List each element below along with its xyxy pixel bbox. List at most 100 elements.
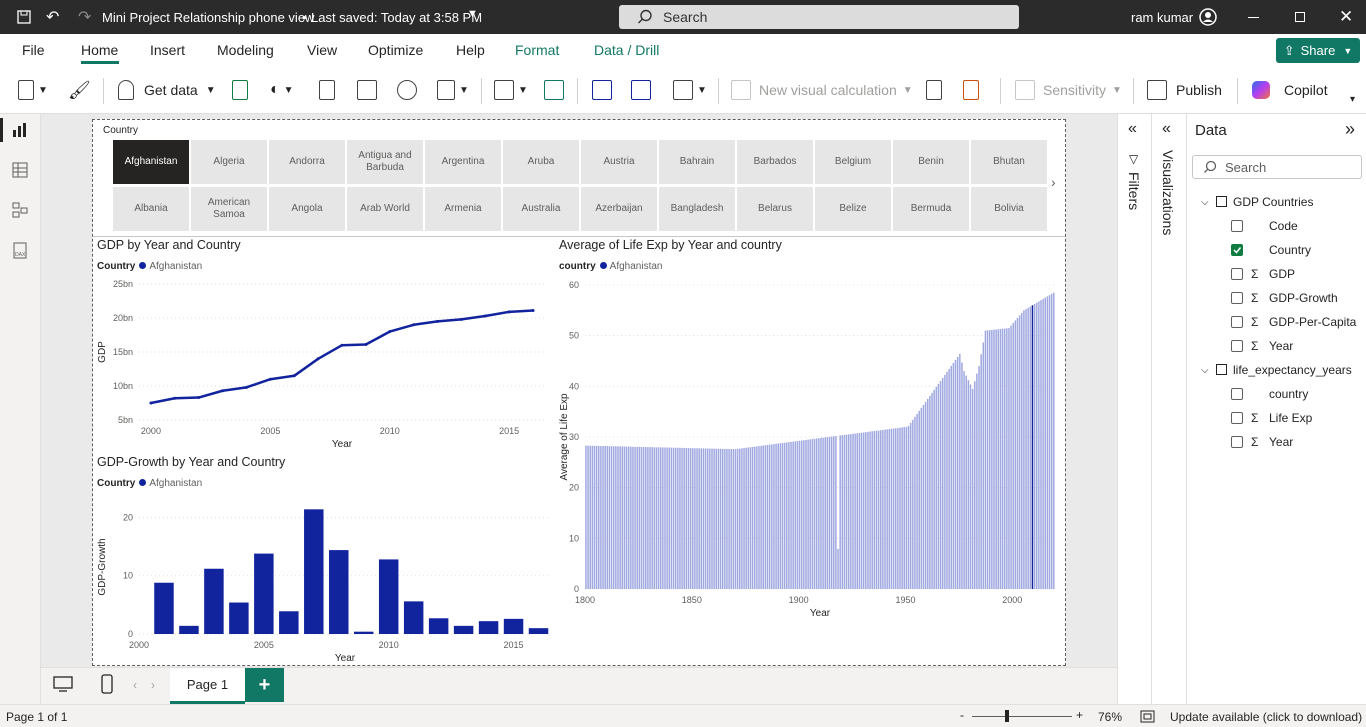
country-slicer[interactable]: Country Afghanistan Algeria Andorra Antigua… bbox=[93, 120, 1065, 237]
slicer-tile[interactable]: Benin bbox=[893, 140, 969, 184]
new-visual-calculation-button[interactable]: New visual calculation ▼ bbox=[731, 76, 913, 104]
tab-format[interactable]: Format bbox=[515, 42, 559, 58]
slicer-tile[interactable]: Barbados bbox=[737, 140, 813, 184]
expand-visualizations-icon[interactable]: « bbox=[1162, 120, 1171, 138]
paste-button[interactable]: ▼ bbox=[18, 76, 48, 104]
field-item[interactable]: Code bbox=[1187, 214, 1366, 238]
dataverse-button[interactable] bbox=[397, 76, 417, 104]
field-checkbox[interactable] bbox=[1231, 244, 1243, 256]
field-item[interactable]: Country bbox=[1187, 238, 1366, 262]
zoom-in-button[interactable]: + bbox=[1076, 708, 1083, 722]
slicer-tile[interactable]: Bermuda bbox=[893, 187, 969, 231]
text-box-button[interactable] bbox=[631, 76, 651, 104]
field-checkbox[interactable] bbox=[1231, 220, 1243, 232]
slicer-tile[interactable]: Austria bbox=[581, 140, 657, 184]
expand-filters-icon[interactable]: « bbox=[1128, 120, 1137, 138]
report-view-icon[interactable] bbox=[12, 122, 28, 138]
slicer-tile[interactable]: Belize bbox=[815, 187, 891, 231]
get-data-button[interactable]: Get data ▼ bbox=[118, 76, 216, 104]
update-available-link[interactable]: Update available (click to download) bbox=[1170, 710, 1362, 724]
fit-to-page-icon[interactable] bbox=[1140, 710, 1155, 723]
chevron-right-icon[interactable]: › bbox=[1051, 174, 1056, 190]
growth-bar-chart[interactable]: 0 10 20 2000 2005 2010 2015 Year GDP-Growth bbox=[93, 490, 553, 666]
zoom-slider[interactable] bbox=[972, 716, 1072, 717]
tab-home[interactable]: Home bbox=[81, 42, 118, 58]
filters-pane-collapsed[interactable]: « ▽ Filters bbox=[1117, 114, 1151, 704]
maximize-button[interactable] bbox=[1295, 12, 1305, 22]
visualizations-pane-collapsed[interactable]: « Visualizations bbox=[1151, 114, 1186, 704]
title-search-box[interactable]: Search bbox=[619, 5, 1019, 29]
slicer-tile[interactable]: Albania bbox=[113, 187, 189, 231]
avatar[interactable] bbox=[1199, 8, 1217, 26]
page-tab-1[interactable]: Page 1 bbox=[170, 668, 245, 704]
slicer-tile[interactable]: Bangladesh bbox=[659, 187, 735, 231]
slicer-tile[interactable]: Arab World bbox=[347, 187, 423, 231]
field-checkbox[interactable] bbox=[1231, 388, 1243, 400]
slicer-tile[interactable]: Antigua and Barbuda bbox=[347, 140, 423, 184]
refresh-button[interactable] bbox=[544, 76, 564, 104]
scroll-left-icon[interactable]: ‹ bbox=[133, 678, 137, 692]
excel-workbook-button[interactable] bbox=[232, 76, 248, 104]
onelake-button[interactable]: ◐ ▼ bbox=[270, 76, 294, 104]
add-page-button[interactable]: + bbox=[245, 668, 284, 702]
collapse-ribbon-icon[interactable]: ▾ bbox=[1350, 94, 1355, 105]
slicer-tile[interactable]: Armenia bbox=[425, 187, 501, 231]
collapse-data-pane-icon[interactable]: » bbox=[1345, 119, 1355, 140]
slicer-tile[interactable]: Belgium bbox=[815, 140, 891, 184]
tab-view[interactable]: View bbox=[307, 42, 337, 58]
more-visuals-button[interactable]: ▼ bbox=[673, 76, 707, 104]
slicer-tile[interactable]: Andorra bbox=[269, 140, 345, 184]
table-node[interactable]: ⌵ GDP Countries bbox=[1187, 190, 1366, 214]
scroll-right-icon[interactable]: › bbox=[151, 678, 155, 692]
copilot-button[interactable]: Copilot bbox=[1252, 76, 1328, 104]
tab-file[interactable]: File bbox=[22, 42, 45, 58]
model-view-icon[interactable] bbox=[12, 202, 28, 218]
publish-button[interactable]: Publish bbox=[1147, 76, 1222, 104]
slicer-tile[interactable]: Belarus bbox=[737, 187, 813, 231]
slicer-tile[interactable]: Algeria bbox=[191, 140, 267, 184]
tab-help[interactable]: Help bbox=[456, 42, 485, 58]
zoom-slider-thumb[interactable] bbox=[1005, 710, 1009, 722]
slicer-tile[interactable]: Angola bbox=[269, 187, 345, 231]
field-item[interactable]: country bbox=[1187, 382, 1366, 406]
slicer-tile[interactable]: Bhutan bbox=[971, 140, 1047, 184]
slicer-tile[interactable]: Bahrain bbox=[659, 140, 735, 184]
field-checkbox[interactable] bbox=[1231, 268, 1243, 280]
tab-modeling[interactable]: Modeling bbox=[217, 42, 274, 58]
share-button[interactable]: ⇪ Share ▼ bbox=[1276, 38, 1360, 63]
slicer-tile[interactable]: American Samoa bbox=[191, 187, 267, 231]
table-node[interactable]: ⌵ life_expectancy_years bbox=[1187, 358, 1366, 382]
transform-data-button[interactable]: ▼ bbox=[494, 76, 528, 104]
slicer-tile[interactable]: Australia bbox=[503, 187, 579, 231]
enter-data-button[interactable] bbox=[357, 76, 377, 104]
table-view-icon[interactable] bbox=[12, 162, 28, 178]
slicer-tile[interactable]: Argentina bbox=[425, 140, 501, 184]
mobile-layout-icon[interactable] bbox=[101, 674, 113, 694]
undo-icon[interactable]: ↶ bbox=[46, 7, 59, 27]
slicer-tile[interactable]: Afghanistan bbox=[113, 140, 189, 184]
field-checkbox[interactable] bbox=[1231, 412, 1243, 424]
field-item[interactable]: Σ Year bbox=[1187, 430, 1366, 454]
gdp-line-chart[interactable]: 5bn 10bn 15bn 20bn 25bn 2000 2005 2010 2015 Year G… bbox=[93, 270, 553, 455]
format-painter-button[interactable]: 🖌 bbox=[68, 76, 91, 104]
dax-query-view-icon[interactable]: DAX bbox=[12, 242, 28, 260]
quick-measure-button[interactable] bbox=[963, 76, 979, 104]
field-checkbox[interactable] bbox=[1231, 292, 1243, 304]
recent-sources-button[interactable]: ▼ bbox=[437, 76, 469, 104]
life-exp-bar-chart[interactable]: 0 10 20 30 40 50 60 1800 1850 1900 1950 2000 Year Ave… bbox=[555, 270, 1063, 655]
field-item[interactable]: Σ GDP-Per-Capita bbox=[1187, 310, 1366, 334]
field-checkbox[interactable] bbox=[1231, 340, 1243, 352]
zoom-out-button[interactable]: - bbox=[960, 708, 964, 722]
new-measure-button[interactable] bbox=[926, 76, 942, 104]
tab-optimize[interactable]: Optimize bbox=[368, 42, 423, 58]
new-visual-button[interactable] bbox=[592, 76, 612, 104]
minimize-button[interactable] bbox=[1248, 17, 1259, 18]
chevron-down-icon[interactable]: ▼ bbox=[467, 8, 478, 20]
desktop-layout-icon[interactable] bbox=[53, 676, 73, 693]
field-item[interactable]: Σ GDP bbox=[1187, 262, 1366, 286]
slicer-tile[interactable]: Aruba bbox=[503, 140, 579, 184]
save-icon[interactable] bbox=[17, 10, 31, 24]
field-item[interactable]: Σ Year bbox=[1187, 334, 1366, 358]
slicer-tile[interactable]: Azerbaijan bbox=[581, 187, 657, 231]
slicer-tile[interactable]: Bolivia bbox=[971, 187, 1047, 231]
